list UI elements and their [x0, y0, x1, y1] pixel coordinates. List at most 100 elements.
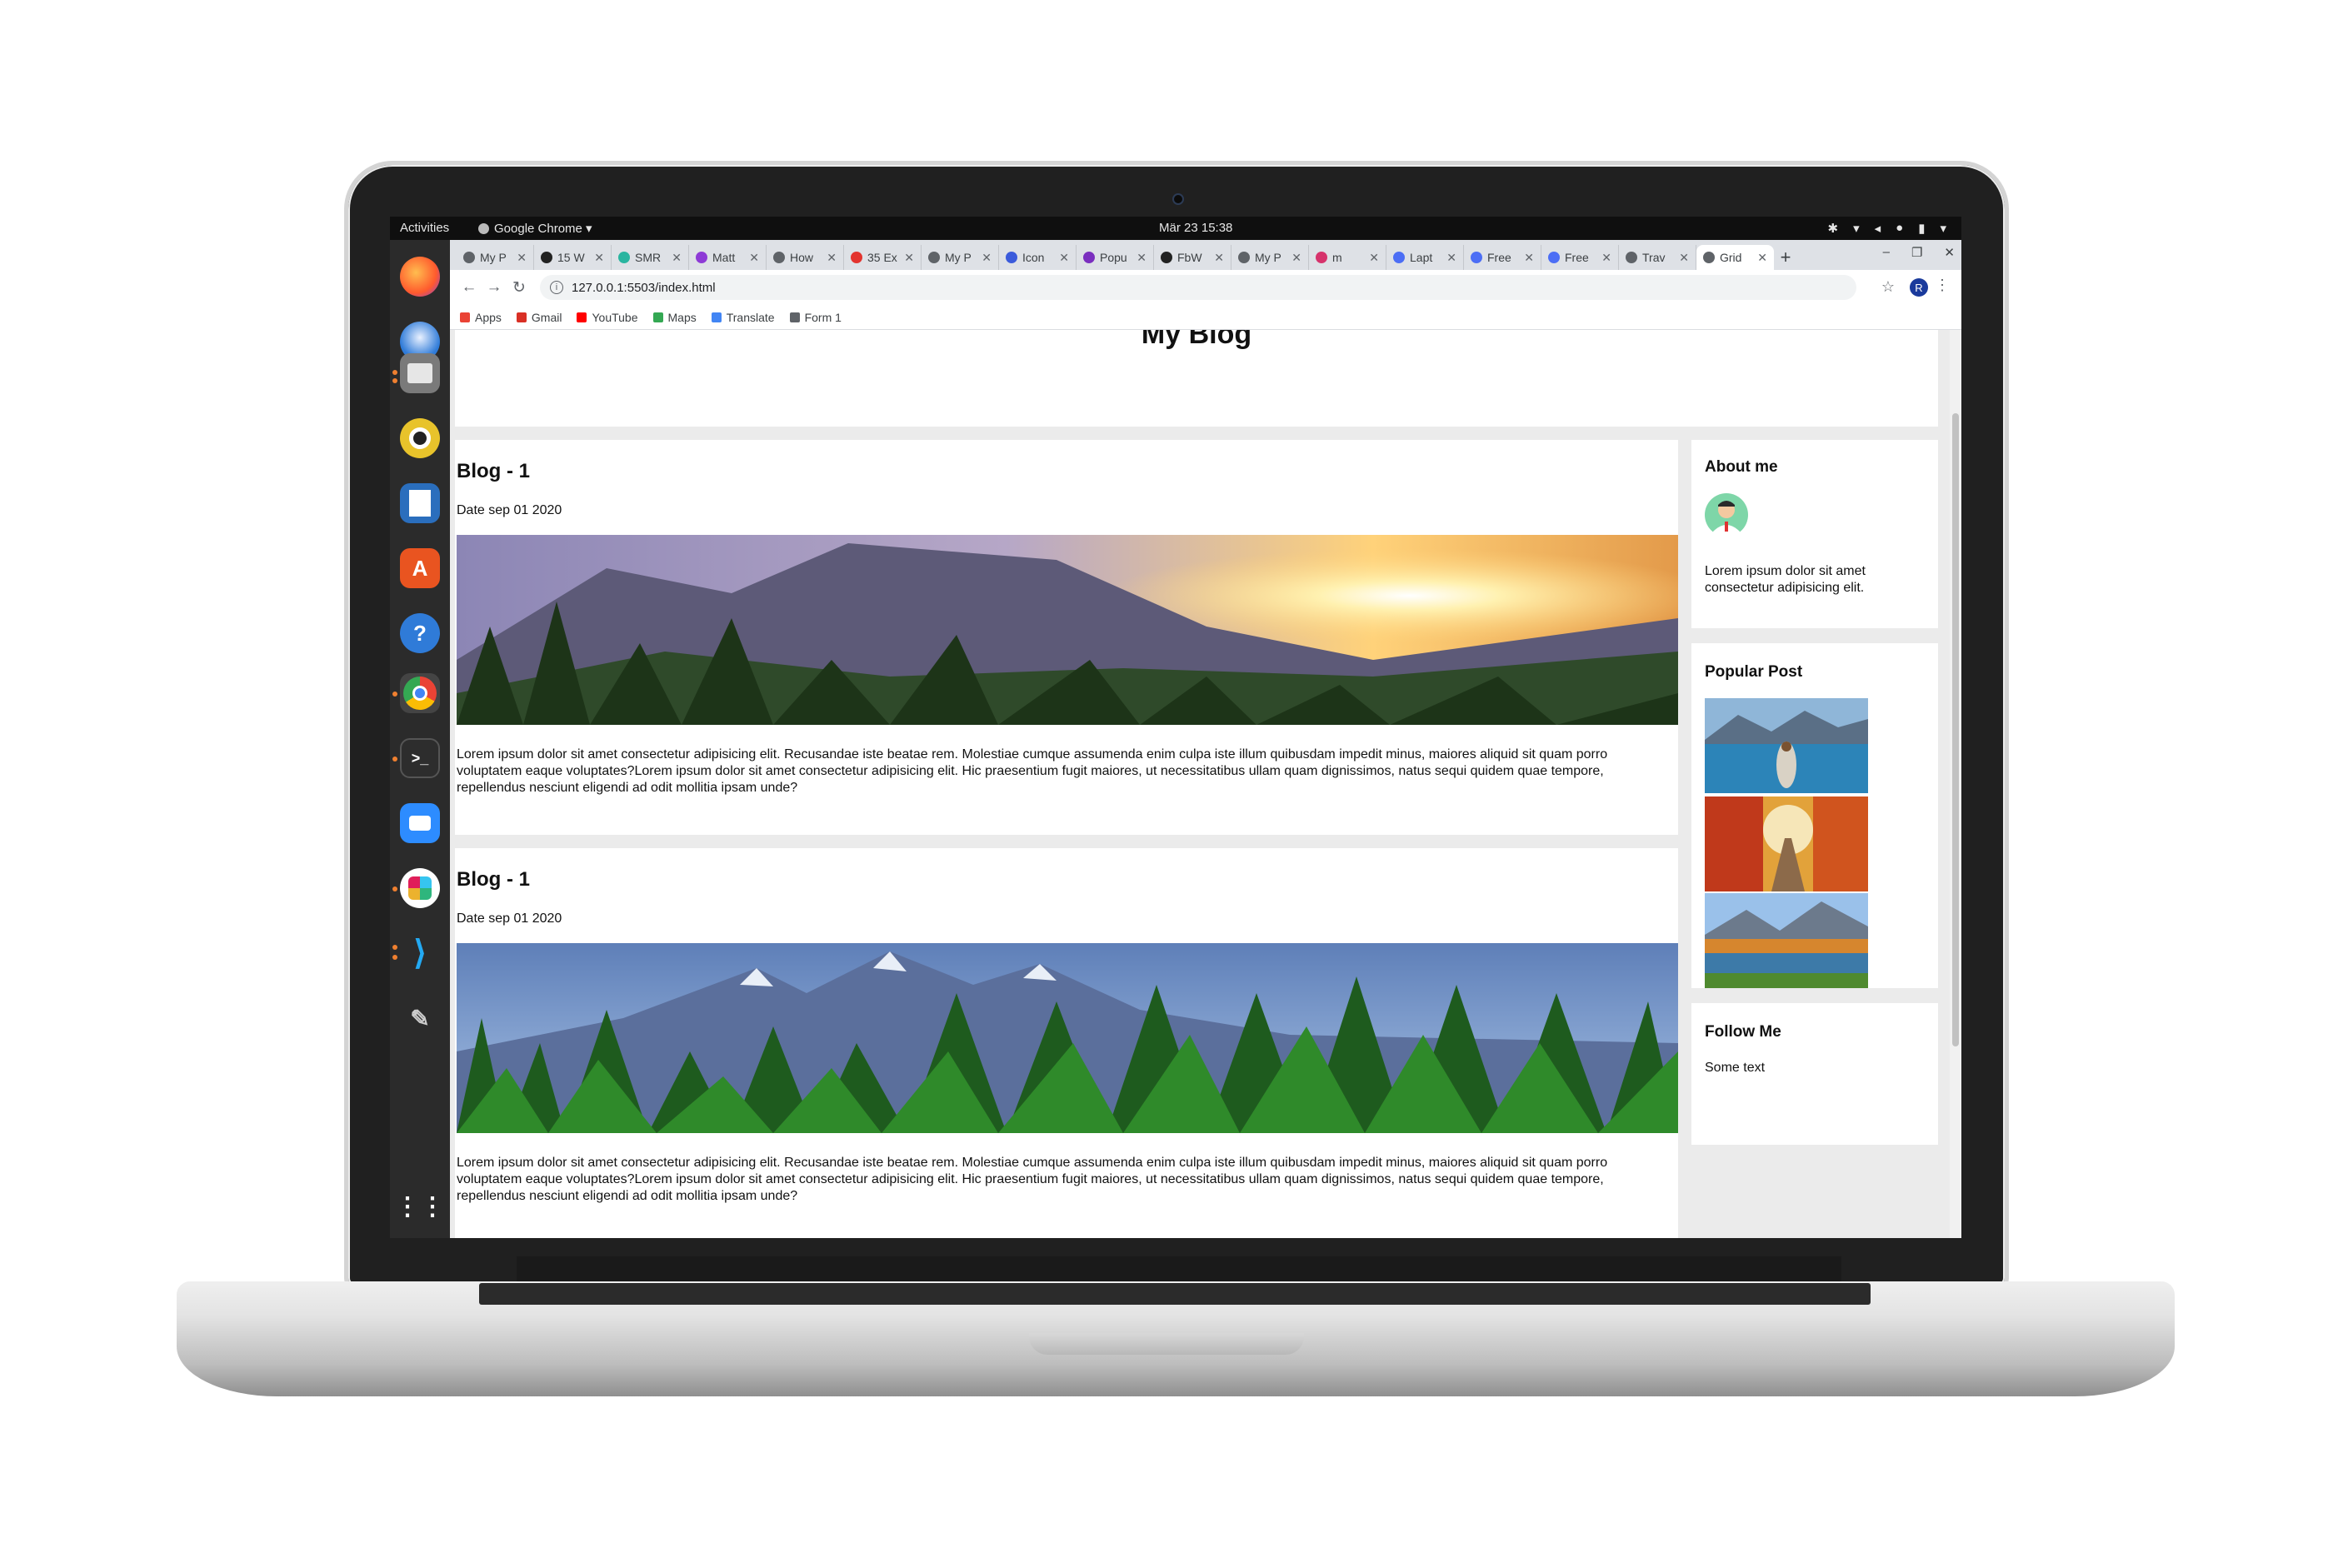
browser-tab[interactable]: My P ✕ [922, 245, 999, 270]
browser-tab[interactable]: Lapt ✕ [1386, 245, 1464, 270]
tab-label: m [1332, 251, 1342, 264]
tab-close-icon[interactable]: ✕ [1601, 251, 1611, 265]
tab-close-icon[interactable]: ✕ [1757, 251, 1767, 265]
browser-tab[interactable]: Trav ✕ [1619, 245, 1696, 270]
tab-close-icon[interactable]: ✕ [904, 251, 914, 265]
tab-close-icon[interactable]: ✕ [517, 251, 527, 265]
bookmark-item[interactable]: YouTube [577, 311, 638, 324]
rhythmbox-icon[interactable] [400, 418, 440, 458]
chrome-dock-icon[interactable] [400, 673, 440, 713]
system-tray[interactable]: ✱ ▾ ◂ ● ▮ ▾ [1828, 221, 1947, 236]
bookmark-item[interactable]: Form 1 [789, 310, 842, 324]
bookmark-item[interactable]: Gmail [516, 311, 562, 324]
gimp-icon[interactable]: ✎ [400, 998, 440, 1038]
dock: A ? >_ ⟩ ✎ ⋮⋮ [390, 240, 450, 1238]
chrome-icon [478, 222, 489, 234]
tab-close-icon[interactable]: ✕ [827, 251, 837, 265]
writer-icon[interactable] [400, 483, 440, 523]
tab-close-icon[interactable]: ✕ [1369, 251, 1379, 265]
post-date: Date sep 01 2020 [457, 911, 562, 926]
browser-tab[interactable]: Icon ✕ [999, 245, 1077, 270]
bookmark-star-icon[interactable]: ☆ [1881, 278, 1895, 296]
browser-tab[interactable]: Free ✕ [1464, 245, 1541, 270]
browser-tab[interactable]: How ✕ [767, 245, 844, 270]
bookmark-item[interactable]: Translate [711, 311, 775, 324]
browser-tab[interactable]: My P ✕ [1231, 245, 1309, 270]
help-icon[interactable]: ? [400, 613, 440, 653]
minimize-icon[interactable]: – [1883, 245, 1890, 260]
blog-post: Blog - 1 Date sep 01 2020 Lorem ipsum do… [455, 848, 1678, 1238]
tab-close-icon[interactable]: ✕ [594, 251, 604, 265]
follow-title: Follow Me [1705, 1023, 1781, 1041]
tab-close-icon[interactable]: ✕ [1291, 251, 1301, 265]
restore-icon[interactable]: ❐ [1911, 245, 1922, 260]
browser-tab[interactable]: 15 W ✕ [534, 245, 612, 270]
firefox-icon[interactable] [400, 257, 440, 297]
popular-post-image-mountain-lake[interactable] [1705, 893, 1868, 988]
lid-notch [1029, 1333, 1304, 1355]
new-tab-button[interactable]: + [1774, 245, 1797, 270]
browser-tab[interactable]: m ✕ [1309, 245, 1386, 270]
app-menu[interactable]: Google Chrome ▾ [478, 221, 592, 236]
tab-close-icon[interactable]: ✕ [1214, 251, 1224, 265]
popular-posts-card: Popular Post [1691, 643, 1938, 988]
tab-close-icon[interactable]: ✕ [1059, 251, 1069, 265]
tab-close-icon[interactable]: ✕ [1137, 251, 1147, 265]
browser-menu-icon[interactable]: ⋮ [1935, 277, 1950, 294]
popular-post-image-lake-kayak[interactable] [1705, 698, 1868, 793]
popular-post-image-autumn-road[interactable] [1705, 796, 1868, 891]
tab-close-icon[interactable]: ✕ [982, 251, 992, 265]
bookmarks-bar: Apps Gmail YouTube Maps Translate Form 1 [450, 305, 1961, 330]
close-window-icon[interactable]: ✕ [1944, 245, 1955, 260]
scrollbar-thumb[interactable] [1952, 413, 1959, 1046]
terminal-icon[interactable]: >_ [400, 738, 440, 778]
browser-tab[interactable]: Grid ✕ [1696, 245, 1774, 270]
tab-close-icon[interactable]: ✕ [1524, 251, 1534, 265]
tab-close-icon[interactable]: ✕ [1446, 251, 1456, 265]
files-icon[interactable] [400, 353, 440, 393]
running-indicator [392, 692, 397, 697]
software-center-icon[interactable]: A [400, 548, 440, 588]
bookmark-item[interactable]: Maps [652, 311, 697, 324]
tab-close-icon[interactable]: ✕ [1679, 251, 1689, 265]
bookmark-item[interactable]: Apps [460, 311, 502, 324]
page-scrollbar[interactable] [1950, 330, 1961, 1238]
browser-tab[interactable]: FbW ✕ [1154, 245, 1231, 270]
tab-favicon-icon [1626, 252, 1637, 263]
vscode-icon[interactable]: ⟩ [400, 933, 440, 973]
reload-icon[interactable]: ↻ [507, 278, 532, 297]
browser-tab[interactable]: My P ✕ [457, 245, 534, 270]
bookmark-icon [577, 312, 587, 322]
post-title: Blog - 1 [457, 868, 530, 891]
browser-tab[interactable]: Popu ✕ [1077, 245, 1154, 270]
keyboard-strip [479, 1283, 1871, 1305]
address-bar[interactable]: i 127.0.0.1:5503/index.html [540, 275, 1856, 300]
running-indicator [392, 955, 397, 960]
wifi-icon: ▾ [1853, 222, 1860, 236]
site-info-icon[interactable]: i [550, 281, 563, 294]
back-icon[interactable]: ← [457, 278, 482, 297]
blog-post: Blog - 1 Date sep 01 2020 Lorem ipsum do… [455, 440, 1678, 835]
tab-favicon-icon [1006, 252, 1017, 263]
tab-close-icon[interactable]: ✕ [749, 251, 759, 265]
tab-favicon-icon [851, 252, 862, 263]
post-title: Blog - 1 [457, 460, 530, 482]
browser-tab[interactable]: SMR ✕ [612, 245, 689, 270]
forward-icon[interactable]: → [482, 278, 507, 297]
show-apps-icon[interactable]: ⋮⋮ [395, 1186, 445, 1226]
browser-tab[interactable]: 35 Ex ✕ [844, 245, 922, 270]
zoom-icon[interactable] [400, 803, 440, 843]
tab-close-icon[interactable]: ✕ [672, 251, 682, 265]
bookmark-label: Form 1 [804, 310, 842, 324]
browser-tab[interactable]: Free ✕ [1541, 245, 1619, 270]
browser-tab[interactable]: Matt ✕ [689, 245, 767, 270]
volume-icon: ◂ [1874, 222, 1881, 236]
slack-icon[interactable] [400, 868, 440, 908]
popular-title: Popular Post [1705, 663, 1803, 681]
profile-avatar[interactable]: R [1910, 278, 1928, 297]
tab-favicon-icon [1471, 252, 1482, 263]
activities-button[interactable]: Activities [400, 221, 449, 235]
tab-favicon-icon [696, 252, 707, 263]
tab-favicon-icon [1548, 252, 1560, 263]
clock[interactable]: Mär 23 15:38 [1159, 221, 1232, 235]
